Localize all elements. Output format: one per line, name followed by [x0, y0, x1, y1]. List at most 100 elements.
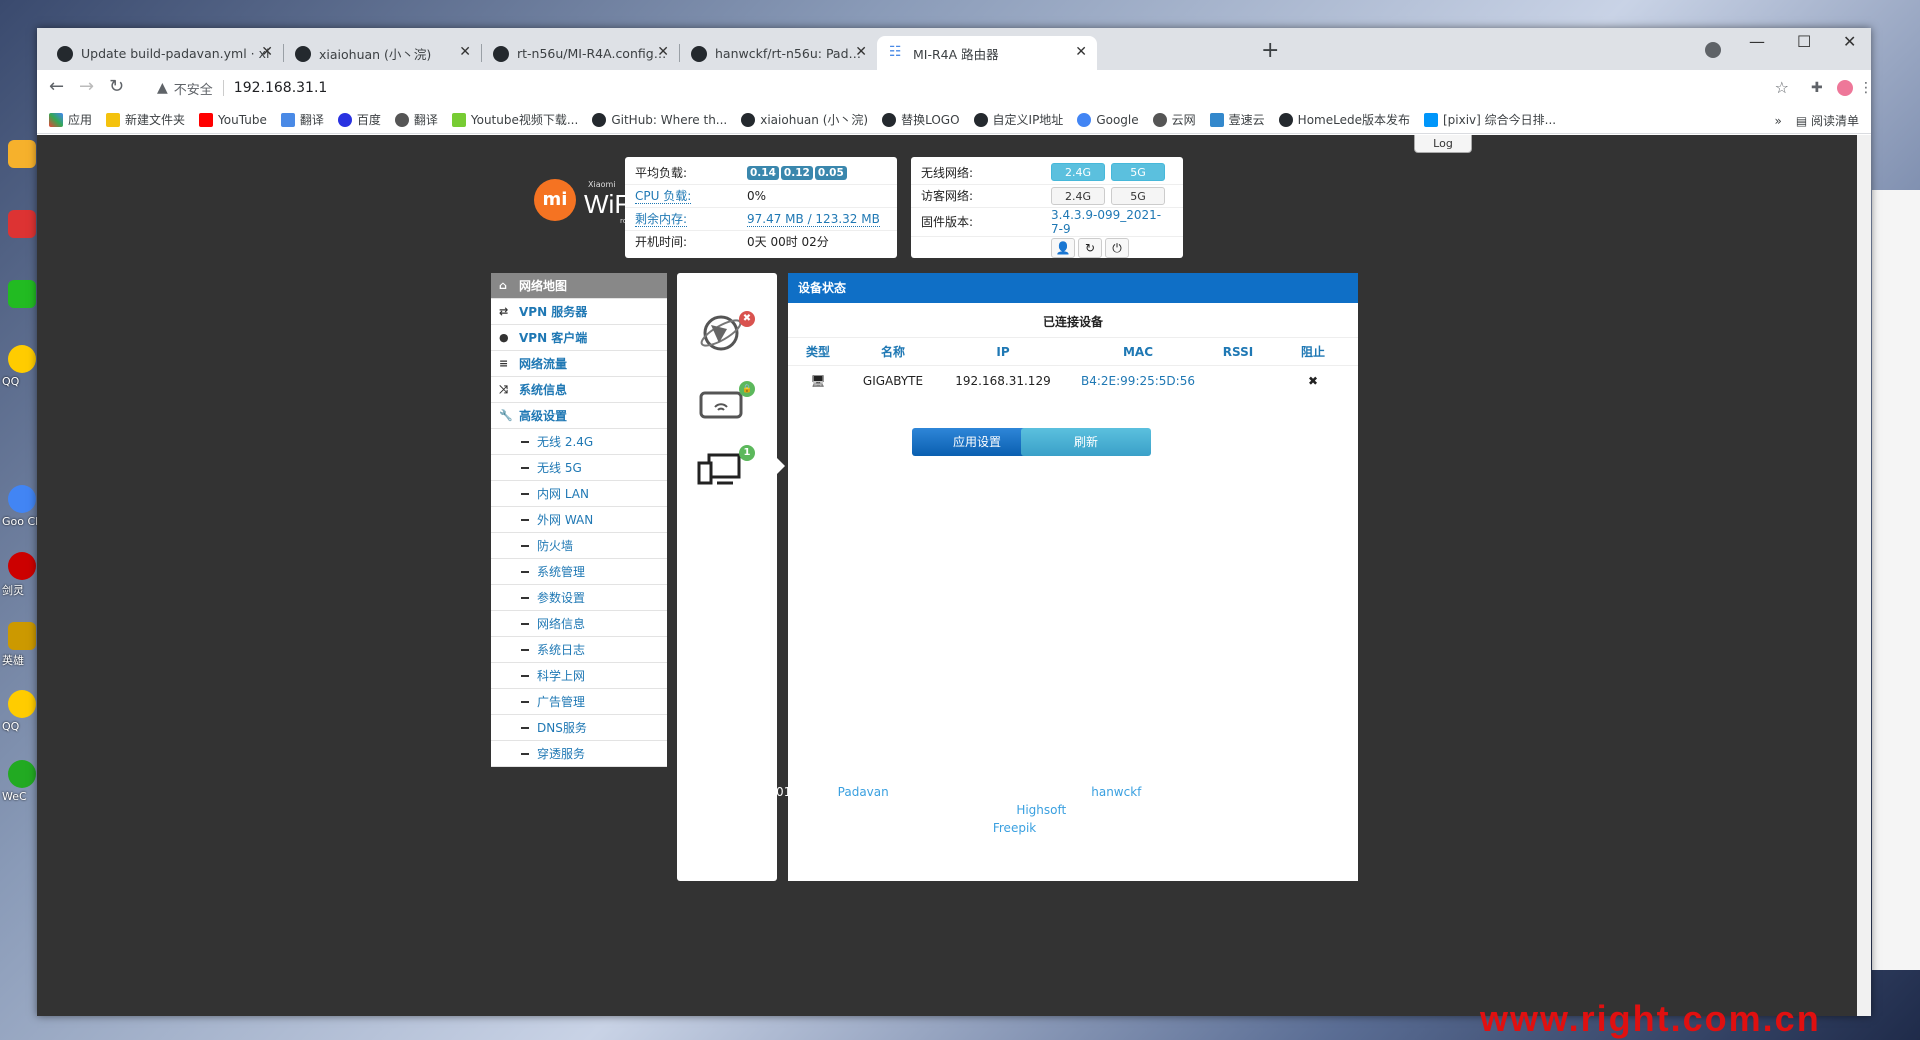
- desktop-qq-icon[interactable]: [8, 690, 36, 718]
- browser-tab[interactable]: xiaiohuan (小丶浣) ✕: [283, 36, 481, 70]
- desktop-app-icon[interactable]: [8, 280, 36, 308]
- power-icon[interactable]: ⏻: [1105, 237, 1129, 258]
- back-icon[interactable]: ←: [49, 76, 64, 97]
- bookmark-item[interactable]: GitHub: Where th...: [592, 112, 727, 127]
- forward-icon[interactable]: →: [79, 76, 94, 97]
- firmware-version-link[interactable]: 3.4.3.9-099_2021-7-9: [1051, 208, 1161, 236]
- close-tab-icon[interactable]: ✕: [657, 44, 669, 60]
- sidebar-item-advanced[interactable]: 🔧 高级设置: [491, 403, 667, 429]
- desktop-app-icon[interactable]: [8, 210, 36, 238]
- highsoft-link[interactable]: Highsoft: [1016, 803, 1066, 817]
- close-tab-icon[interactable]: ✕: [1075, 44, 1087, 60]
- freepik-link[interactable]: Freepik: [993, 821, 1036, 835]
- desktop-app-icon[interactable]: [8, 622, 36, 650]
- bookmark-item[interactable]: 新建文件夹: [106, 111, 185, 128]
- close-tab-icon[interactable]: ✕: [855, 44, 867, 60]
- sidebar-subitem-syslog[interactable]: 系统日志: [491, 637, 667, 663]
- bookmark-item[interactable]: 替换LOGO: [882, 111, 960, 128]
- bookmark-item[interactable]: [pixiv] 综合今日排...: [1423, 111, 1556, 128]
- reboot-icon[interactable]: ↻: [1078, 237, 1102, 258]
- security-label[interactable]: 不安全: [174, 79, 213, 98]
- sidebar-subitem-lan[interactable]: 内网 LAN: [491, 481, 667, 507]
- log-button[interactable]: Log: [1414, 135, 1472, 153]
- minimize-icon[interactable]: —: [1749, 32, 1765, 51]
- sidebar-item-vpn-client[interactable]: ● VPN 客户端: [491, 325, 667, 351]
- bookmark-item[interactable]: 壹速云: [1209, 111, 1265, 128]
- desktop-wechat-icon[interactable]: [8, 760, 36, 788]
- memory-value[interactable]: 97.47 MB / 123.32 MB: [747, 211, 880, 227]
- padavan-link[interactable]: Padavan: [838, 785, 889, 799]
- sidebar-subitem-admin[interactable]: 系统管理: [491, 559, 667, 585]
- column-header[interactable]: IP: [938, 337, 1068, 366]
- close-tab-icon[interactable]: ✕: [261, 44, 273, 60]
- close-window-icon[interactable]: ✕: [1843, 32, 1856, 51]
- chevron-right-icon[interactable]: »: [1774, 114, 1781, 128]
- wireless-router-icon[interactable]: 🔒: [697, 381, 755, 429]
- sidebar-item-traffic[interactable]: ≡ 网络流量: [491, 351, 667, 377]
- sidebar-subitem-firewall[interactable]: 防火墙: [491, 533, 667, 559]
- desktop-app-icon[interactable]: [8, 140, 36, 168]
- bookmark-item[interactable]: 云网: [1152, 111, 1196, 128]
- memory-link[interactable]: 剩余内存:: [635, 212, 688, 227]
- wireless-24g-button[interactable]: 2.4G: [1051, 163, 1105, 182]
- sidebar-item-network-map[interactable]: ⌂ 网络地图: [491, 273, 667, 299]
- bookmark-item[interactable]: 翻译: [394, 111, 438, 128]
- bookmark-item[interactable]: 自定义IP地址: [973, 111, 1063, 128]
- sidebar-subitem-proxy[interactable]: 科学上网: [491, 663, 667, 689]
- refresh-button[interactable]: 刷新: [1021, 428, 1151, 456]
- browser-tab[interactable]: Update build-padavan.yml · xi ✕: [45, 36, 283, 70]
- url-text[interactable]: 192.168.31.1: [234, 80, 328, 96]
- sidebar-item-vpn-server[interactable]: ⇄ VPN 服务器: [491, 299, 667, 325]
- browser-tab[interactable]: rt-n56u/MI-R4A.config at mas✕: [481, 36, 679, 70]
- bookmark-item[interactable]: HomeLede版本发布: [1278, 111, 1410, 128]
- bookmark-item[interactable]: Youtube视频下载...: [451, 111, 578, 128]
- column-header[interactable]: 名称: [848, 337, 938, 366]
- bookmark-item[interactable]: 百度: [337, 111, 381, 128]
- sidebar-item-system-info[interactable]: ⤨ 系统信息: [491, 377, 667, 403]
- column-header[interactable]: MAC: [1068, 337, 1208, 366]
- column-header[interactable]: RSSI: [1208, 337, 1268, 366]
- wireless-5g-button[interactable]: 5G: [1111, 163, 1165, 182]
- sidebar-subitem-wan[interactable]: 外网 WAN: [491, 507, 667, 533]
- desktop-chrome-icon[interactable]: [8, 485, 36, 513]
- address-bar[interactable]: ▲ 不安全 192.168.31.1 ☆: [149, 74, 1789, 102]
- avatar[interactable]: [1837, 80, 1853, 96]
- guest-24g-button[interactable]: 2.4G: [1051, 186, 1105, 205]
- close-tab-icon[interactable]: ✕: [459, 44, 471, 60]
- sidebar-subitem-tunnel[interactable]: 穿透服务: [491, 741, 667, 767]
- browser-tab[interactable]: hanwckf/rt-n56u: Padavan ✕: [679, 36, 877, 70]
- extensions-icon[interactable]: ✚: [1811, 80, 1823, 96]
- sidebar-subitem-netinfo[interactable]: 网络信息: [491, 611, 667, 637]
- bookmark-item[interactable]: xiaiohuan (小丶浣): [741, 111, 868, 128]
- internet-globe-icon[interactable]: ✖: [697, 309, 755, 357]
- sidebar-subitem-wireless-24g[interactable]: 无线 2.4G: [491, 429, 667, 455]
- desktop-qq-icon[interactable]: [8, 345, 36, 373]
- cpu-load-link[interactable]: CPU 负载:: [635, 189, 692, 204]
- browser-tab-active[interactable]: ☷ MI-R4A 路由器 ✕: [877, 36, 1097, 70]
- new-tab-button[interactable]: +: [1261, 38, 1279, 63]
- sidebar-subitem-adblock[interactable]: 广告管理: [491, 689, 667, 715]
- maximize-icon[interactable]: ☐: [1797, 32, 1811, 51]
- reload-icon[interactable]: ↻: [109, 76, 124, 97]
- sidebar-subitem-wireless-5g[interactable]: 无线 5G: [491, 455, 667, 481]
- sidebar-subitem-params[interactable]: 参数设置: [491, 585, 667, 611]
- user-icon[interactable]: 👤: [1051, 237, 1075, 258]
- bookmark-star-icon[interactable]: ☆: [1775, 78, 1789, 97]
- bookmark-item[interactable]: 应用: [49, 111, 92, 128]
- menu-kebab-icon[interactable]: ⋮: [1859, 80, 1873, 96]
- device-mac[interactable]: B4:2E:99:25:5D:56: [1068, 366, 1208, 396]
- column-header[interactable]: 类型: [788, 337, 848, 366]
- reading-list[interactable]: » ▤ 阅读清单: [1774, 112, 1859, 129]
- desktop-app-icon[interactable]: [8, 552, 36, 580]
- bookmark-item[interactable]: YouTube: [199, 112, 267, 127]
- guest-5g-button[interactable]: 5G: [1111, 186, 1165, 205]
- sidebar-subitem-dns[interactable]: DNS服务: [491, 715, 667, 741]
- warning-icon[interactable]: ▲: [157, 80, 168, 96]
- page-scrollbar[interactable]: [1857, 135, 1871, 1016]
- bookmark-item[interactable]: Google: [1077, 112, 1139, 127]
- hanwckf-link[interactable]: hanwckf: [1091, 785, 1141, 799]
- block-device-icon[interactable]: ✖: [1268, 366, 1358, 396]
- clients-devices-icon[interactable]: 1: [697, 445, 755, 493]
- bookmark-item[interactable]: 翻译: [280, 111, 324, 128]
- tab-search-icon[interactable]: [1705, 42, 1721, 58]
